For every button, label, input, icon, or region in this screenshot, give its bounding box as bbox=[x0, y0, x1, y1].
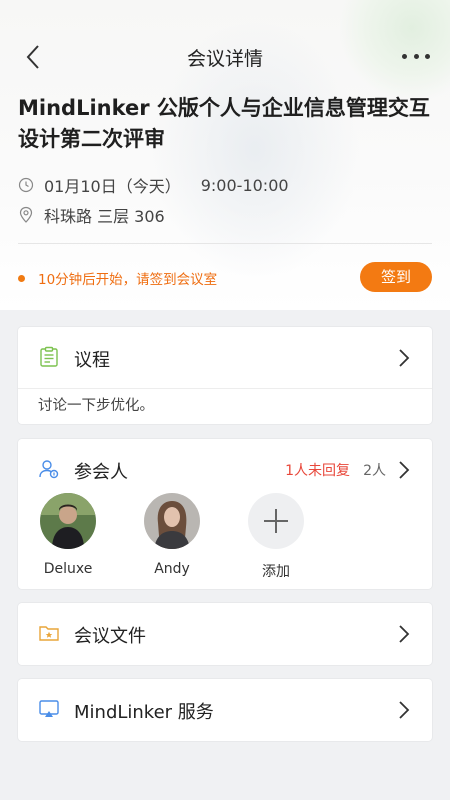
meeting-location: 科珠路 三层 306 bbox=[44, 207, 165, 226]
participant-item[interactable]: Andy bbox=[132, 493, 212, 577]
agenda-content: 讨论一下步优化。 bbox=[38, 398, 154, 414]
divider bbox=[18, 243, 432, 244]
avatar bbox=[144, 493, 200, 549]
clipboard-icon bbox=[40, 346, 58, 367]
screen-cast-icon bbox=[39, 700, 59, 717]
meeting-files-card[interactable]: 会议文件 bbox=[18, 603, 432, 665]
notice-dot-icon bbox=[18, 274, 25, 282]
participant-name: Andy bbox=[154, 561, 190, 577]
meeting-time-row: 01月10日（今天） 9:00-10:00 bbox=[18, 173, 289, 197]
clock-icon bbox=[18, 177, 34, 193]
meeting-time: 9:00-10:00 bbox=[200, 175, 289, 195]
meeting-date: 01月10日（今天） bbox=[44, 177, 181, 196]
notice-text: 10分钟后开始，请签到会议室 bbox=[38, 272, 218, 288]
checkin-button[interactable]: 签到 bbox=[360, 262, 432, 292]
chevron-right-icon bbox=[399, 349, 410, 367]
mindlinker-service-card[interactable]: MindLinker 服务 bbox=[18, 679, 432, 741]
chevron-right-icon bbox=[399, 625, 410, 643]
plus-icon bbox=[248, 493, 304, 549]
participant-item[interactable]: Deluxe bbox=[28, 493, 108, 577]
more-options-icon[interactable] bbox=[402, 44, 430, 68]
meeting-location-row: 科珠路 三层 306 bbox=[18, 203, 165, 227]
agenda-card[interactable]: 议程 讨论一下步优化。 bbox=[18, 327, 432, 424]
add-label: 添加 bbox=[262, 564, 290, 580]
header-area: 会议详情 MindLinker 公版个人与企业信息管理交互设计第二次评审 01月… bbox=[0, 0, 450, 310]
navigation-bar: 会议详情 bbox=[0, 30, 450, 84]
participant-count: 2人 bbox=[363, 463, 386, 479]
meeting-files-label: 会议文件 bbox=[74, 626, 146, 647]
page-title: 会议详情 bbox=[186, 48, 263, 70]
add-participant-button[interactable]: 添加 bbox=[236, 493, 316, 581]
start-notice: 10分钟后开始，请签到会议室 bbox=[18, 268, 217, 288]
participants-card: 参会人 1人未回复 2人 Deluxe Andy 添加 bbox=[18, 439, 432, 589]
participant-name: Deluxe bbox=[43, 561, 93, 577]
chevron-right-icon[interactable] bbox=[398, 460, 410, 480]
folder-icon bbox=[39, 626, 59, 641]
meeting-title: MindLinker 公版个人与企业信息管理交互设计第二次评审 bbox=[18, 96, 430, 151]
people-icon bbox=[39, 460, 59, 479]
chevron-right-icon bbox=[399, 701, 410, 719]
participants-label: 参会人 bbox=[74, 462, 128, 483]
agenda-label: 议程 bbox=[74, 350, 110, 371]
location-pin-icon bbox=[19, 206, 33, 223]
avatar bbox=[40, 493, 96, 549]
unreplied-count[interactable]: 1人未回复 bbox=[285, 460, 350, 480]
mindlinker-service-label: MindLinker 服务 bbox=[74, 702, 214, 723]
